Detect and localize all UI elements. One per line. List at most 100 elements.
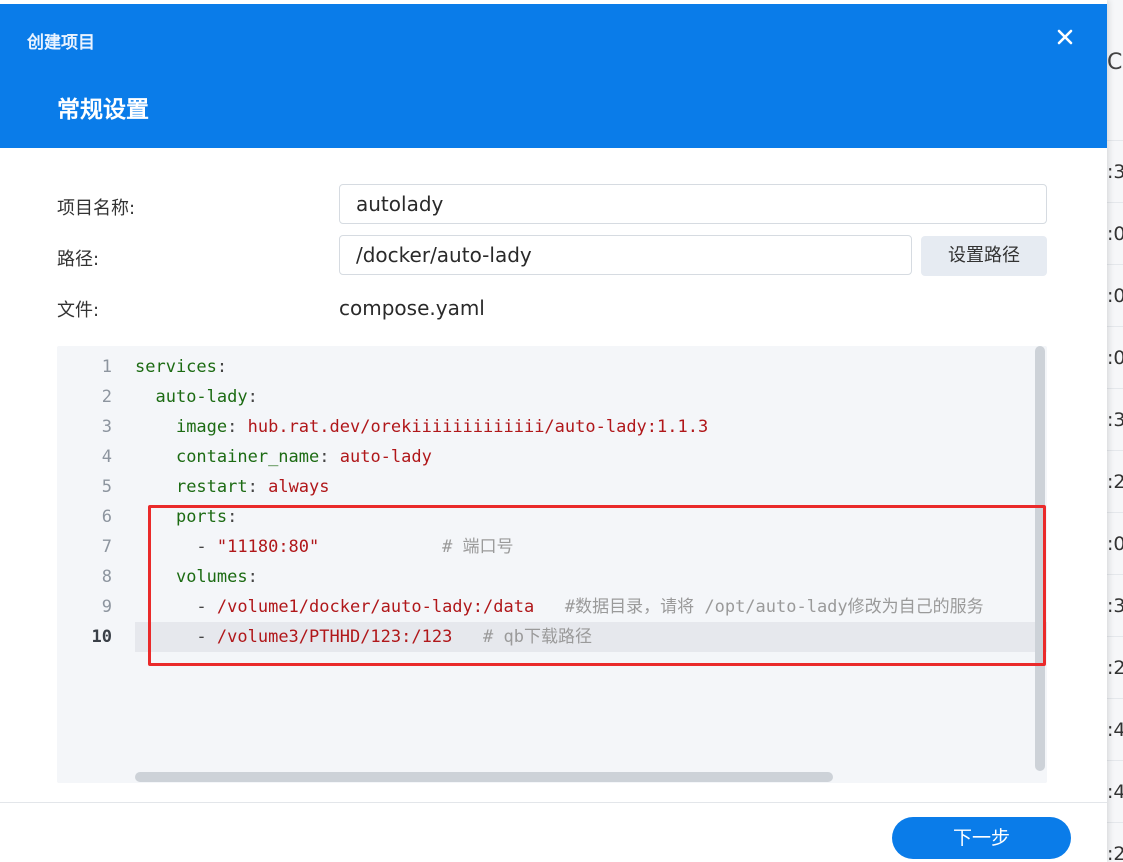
line-number: 6: [101, 507, 112, 527]
line-text: services:: [135, 352, 1047, 382]
project-name-input[interactable]: autolady: [339, 184, 1047, 224]
line-number: 2: [101, 387, 112, 407]
background-row-text: :2: [1107, 843, 1123, 862]
code-line[interactable]: 5 restart: always: [57, 472, 1047, 502]
background-row-text: :0: [1107, 347, 1123, 369]
background-row: :0: [1107, 512, 1123, 573]
code-line[interactable]: 8 volumes:: [57, 562, 1047, 592]
yaml-indent: [135, 447, 176, 467]
footer-divider: [0, 802, 1107, 803]
code-line[interactable]: 6 ports:: [57, 502, 1047, 532]
yaml-comment: # qb下载路径: [452, 627, 592, 647]
yaml-key: restart: [175, 477, 248, 497]
yaml-key: image: [175, 417, 228, 437]
line-text: - "11180:80" # 端口号: [135, 532, 1047, 562]
yaml-comment: #数据目录，请将 /opt/auto-lady修改为自己的服务: [534, 597, 984, 617]
close-icon: [1057, 29, 1073, 45]
yaml-sep: -: [196, 537, 217, 557]
line-text: image: hub.rat.dev/orekiiiiiiiiiiiii/aut…: [135, 412, 1047, 442]
background-row: :4: [1107, 760, 1123, 821]
yaml-sep: -: [196, 627, 217, 647]
line-number: 1: [101, 357, 112, 377]
code-line[interactable]: 3 image: hub.rat.dev/orekiiiiiiiiiiiii/a…: [57, 412, 1047, 442]
file-label: 文件:: [57, 300, 100, 321]
yaml-key: ports: [175, 507, 228, 527]
background-row-text: :2: [1107, 657, 1123, 679]
yaml-sep: :: [227, 507, 238, 527]
background-row: :4: [1107, 698, 1123, 759]
background-row: :0: [1107, 202, 1123, 263]
background-row-text: :0: [1107, 533, 1123, 555]
next-button[interactable]: 下一步: [892, 817, 1071, 859]
yaml-key: volumes: [175, 567, 248, 587]
yaml-indent: [135, 567, 176, 587]
yaml-sep: :: [247, 477, 269, 497]
background-row-text: :3: [1107, 595, 1123, 617]
code-line[interactable]: 7 - "11180:80" # 端口号: [57, 532, 1047, 562]
yaml-key: auto-lady: [155, 387, 248, 407]
background-row: :0: [1107, 264, 1123, 325]
line-text: ports:: [135, 502, 1047, 532]
horizontal-scrollbar[interactable]: [135, 772, 833, 782]
line-number: 9: [101, 597, 112, 617]
background-row: :3: [1107, 388, 1123, 449]
yaml-sep: :: [319, 447, 340, 467]
line-number: 10: [91, 627, 112, 647]
set-path-button[interactable]: 设置路径: [921, 236, 1047, 276]
yaml-sep: :: [227, 417, 248, 437]
yaml-value: always: [268, 477, 330, 497]
background-row-text: :0: [1107, 223, 1123, 245]
background-row: :3: [1107, 140, 1123, 201]
yaml-sep: :: [216, 357, 228, 377]
background-row-text: :4: [1107, 781, 1123, 803]
code-line[interactable]: 1 services:: [57, 352, 1047, 382]
background-row-text: :4: [1107, 719, 1123, 741]
yaml-indent: [135, 507, 176, 527]
yaml-indent: [135, 537, 196, 557]
yaml-indent: [135, 597, 196, 617]
close-button[interactable]: [1050, 22, 1080, 52]
background-row: :3: [1107, 574, 1123, 635]
yaml-value: hub.rat.dev/orekiiiiiiiiiiiii/auto-lady:…: [247, 417, 709, 437]
background-window: C :3:0:0:0:3:2:0:3:2:4:4:2: [1107, 0, 1123, 862]
dialog-header: 创建项目 常规设置: [0, 4, 1107, 148]
line-number: 7: [101, 537, 112, 557]
project-name-label: 项目名称:: [57, 198, 136, 219]
background-row-text: :3: [1107, 161, 1123, 183]
line-number: 5: [101, 477, 112, 497]
line-number: 8: [101, 567, 112, 587]
line-text: volumes:: [135, 562, 1047, 592]
yaml-key: container_name: [175, 447, 320, 467]
background-row-text: :0: [1107, 285, 1123, 307]
code-editor[interactable]: 1 services: 2 auto-lady: 3 image: hub.rat.d…: [57, 346, 1047, 783]
yaml-indent: [135, 627, 196, 647]
line-text: container_name: auto-lady: [135, 442, 1047, 472]
code-line[interactable]: 9 - /volume1/docker/auto-lady:/data #数据目…: [57, 592, 1047, 622]
path-input[interactable]: /docker/auto-lady: [339, 235, 912, 275]
window-title: 创建项目: [27, 33, 95, 53]
background-row: :0: [1107, 326, 1123, 387]
yaml-value: auto-lady: [339, 447, 432, 467]
create-project-dialog: 创建项目 常规设置 项目名称: autolady 路径: /docker/aut…: [0, 0, 1107, 862]
yaml-indent: [135, 417, 176, 437]
yaml-sep: -: [196, 597, 217, 617]
line-text: restart: always: [135, 472, 1047, 502]
yaml-value: /volume1/docker/auto-lady:/data: [216, 597, 535, 617]
background-row: :2: [1107, 636, 1123, 697]
line-text: auto-lady:: [135, 382, 1047, 412]
line-text: - /volume3/PTHHD/123:/123 # qb下载路径: [135, 622, 1047, 652]
background-row-text: :2: [1107, 471, 1123, 493]
background-row: :2: [1107, 822, 1123, 862]
code-line[interactable]: 10 - /volume3/PTHHD/123:/123 # qb下载路径: [57, 622, 1047, 652]
yaml-sep: :: [247, 567, 258, 587]
background-row-text: :3: [1107, 409, 1123, 431]
code-line[interactable]: 2 auto-lady:: [57, 382, 1047, 412]
section-title: 常规设置: [57, 97, 149, 123]
yaml-indent: [135, 477, 176, 497]
line-text: - /volume1/docker/auto-lady:/data #数据目录，…: [135, 592, 1047, 622]
yaml-value: "11180:80": [216, 537, 320, 557]
code-line[interactable]: 4 container_name: auto-lady: [57, 442, 1047, 472]
file-name: compose.yaml: [339, 296, 485, 320]
background-window-rows: :3 :0 :0 :0 :3 :2 :0 :3 :2 :4 :4 :2: [1107, 0, 1123, 862]
vertical-scrollbar[interactable]: [1035, 346, 1045, 771]
